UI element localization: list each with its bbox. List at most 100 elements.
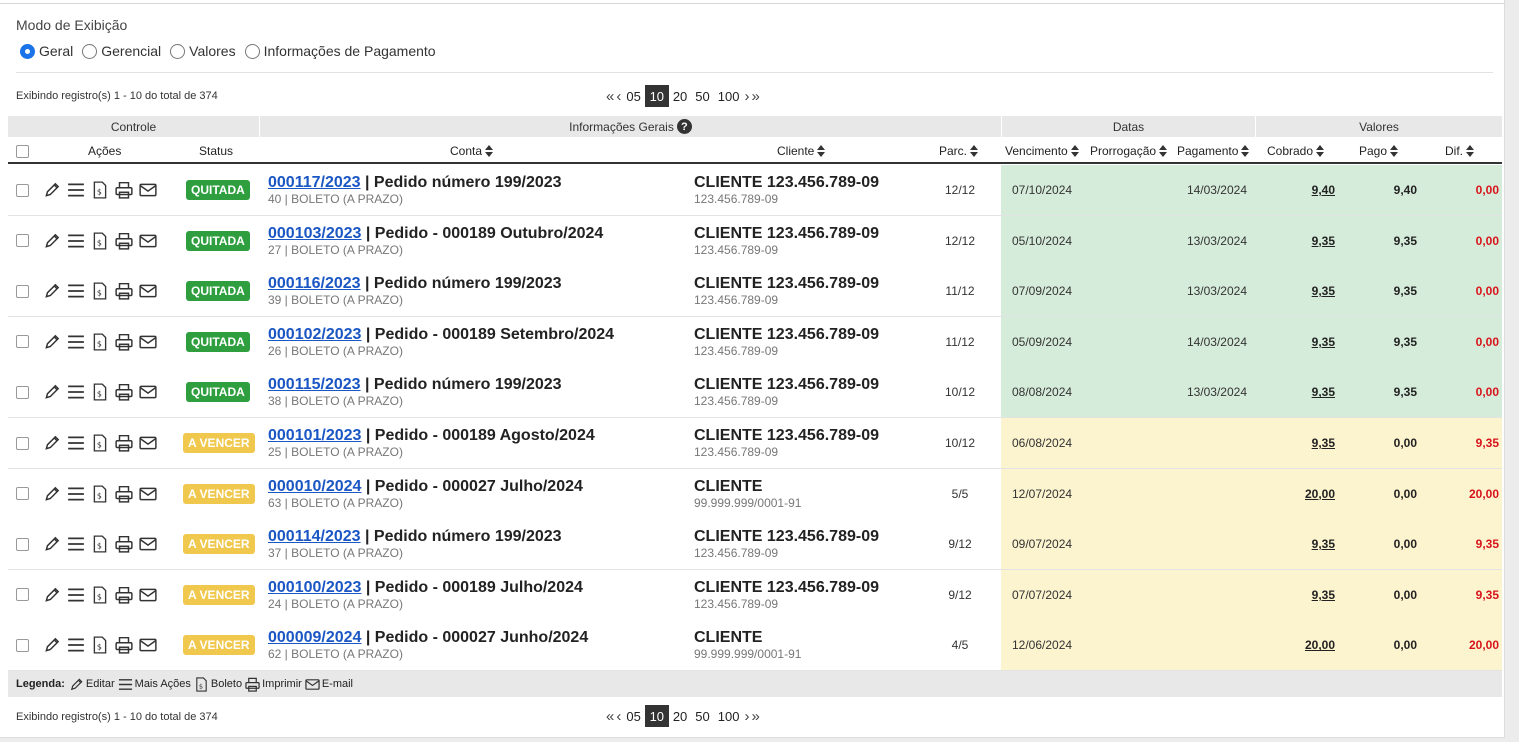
col-pagamento[interactable]: Pagamento: [1177, 138, 1250, 164]
printer-icon[interactable]: [115, 636, 133, 654]
envelope-icon[interactable]: [139, 181, 157, 199]
row-checkbox[interactable]: [16, 367, 29, 417]
view-mode-geral[interactable]: Geral: [20, 43, 73, 59]
conta-link[interactable]: 000009/2024: [268, 629, 361, 646]
page-size-10[interactable]: 10: [644, 85, 669, 107]
col-parc[interactable]: Parc.: [939, 138, 979, 164]
menu-icon[interactable]: [67, 333, 85, 351]
cobrado-value[interactable]: 9,35: [1268, 418, 1335, 468]
view-mode-pagamento[interactable]: Informações de Pagamento: [244, 43, 436, 59]
envelope-icon[interactable]: [139, 282, 157, 300]
cobrado-value[interactable]: 9,35: [1268, 367, 1335, 417]
page-size-100[interactable]: 100: [714, 85, 744, 107]
row-checkbox[interactable]: [16, 216, 29, 266]
row-checkbox[interactable]: [16, 266, 29, 316]
printer-icon[interactable]: [115, 383, 133, 401]
cobrado-value[interactable]: 9,35: [1268, 266, 1335, 316]
envelope-icon[interactable]: [139, 434, 157, 452]
menu-icon[interactable]: [67, 636, 85, 654]
conta-link[interactable]: 000103/2023: [268, 225, 361, 242]
col-conta[interactable]: Conta: [450, 138, 494, 164]
help-icon[interactable]: ?: [676, 119, 692, 134]
last-page-icon[interactable]: »: [750, 705, 760, 727]
conta-link[interactable]: 000100/2023: [268, 579, 361, 596]
pencil-icon[interactable]: [43, 485, 61, 503]
boleto-icon[interactable]: $: [91, 383, 109, 401]
cobrado-value[interactable]: 20,00: [1268, 469, 1335, 519]
boleto-icon[interactable]: $: [91, 535, 109, 553]
view-mode-gerencial[interactable]: Gerencial: [82, 43, 161, 59]
row-checkbox[interactable]: [16, 165, 29, 215]
next-page-icon[interactable]: ›: [743, 85, 750, 107]
envelope-icon[interactable]: [139, 535, 157, 553]
pencil-icon[interactable]: [43, 232, 61, 250]
printer-icon[interactable]: [115, 282, 133, 300]
col-vencimento[interactable]: Vencimento: [1005, 138, 1080, 164]
first-page-icon[interactable]: «: [605, 705, 615, 727]
cobrado-value[interactable]: 9,35: [1268, 216, 1335, 266]
pencil-icon[interactable]: [43, 636, 61, 654]
menu-icon[interactable]: [67, 383, 85, 401]
boleto-icon[interactable]: $: [91, 434, 109, 452]
page-size-100[interactable]: 100: [714, 705, 744, 727]
envelope-icon[interactable]: [139, 636, 157, 654]
menu-icon[interactable]: [67, 282, 85, 300]
boleto-icon[interactable]: $: [91, 636, 109, 654]
first-page-icon[interactable]: «: [605, 85, 615, 107]
menu-icon[interactable]: [67, 434, 85, 452]
pencil-icon[interactable]: [43, 282, 61, 300]
row-checkbox[interactable]: [16, 317, 29, 367]
page-size-50[interactable]: 50: [691, 705, 713, 727]
cobrado-value[interactable]: 9,40: [1268, 165, 1335, 215]
page-size-20[interactable]: 20: [669, 85, 691, 107]
col-prorrogacao[interactable]: Prorrogação: [1090, 138, 1168, 164]
last-page-icon[interactable]: »: [750, 85, 760, 107]
col-pago[interactable]: Pago: [1359, 138, 1399, 164]
cobrado-value[interactable]: 20,00: [1268, 620, 1335, 670]
printer-icon[interactable]: [115, 485, 133, 503]
radio-pagamento[interactable]: [244, 43, 260, 59]
envelope-icon[interactable]: [139, 383, 157, 401]
menu-icon[interactable]: [67, 535, 85, 553]
conta-link[interactable]: 000010/2024: [268, 478, 361, 495]
next-page-icon[interactable]: ›: [743, 705, 750, 727]
conta-link[interactable]: 000117/2023: [268, 174, 361, 191]
envelope-icon[interactable]: [139, 485, 157, 503]
col-cobrado[interactable]: Cobrado: [1267, 138, 1325, 164]
prev-page-icon[interactable]: ‹: [615, 85, 622, 107]
row-checkbox[interactable]: [16, 418, 29, 468]
envelope-icon[interactable]: [139, 232, 157, 250]
cobrado-value[interactable]: 9,35: [1268, 519, 1335, 569]
boleto-icon[interactable]: $: [91, 586, 109, 604]
boleto-icon[interactable]: $: [91, 333, 109, 351]
page-size-05[interactable]: 05: [622, 85, 644, 107]
envelope-icon[interactable]: [139, 333, 157, 351]
boleto-icon[interactable]: $: [91, 485, 109, 503]
cobrado-value[interactable]: 9,35: [1268, 317, 1335, 367]
col-dif[interactable]: Dif.: [1445, 138, 1475, 164]
menu-icon[interactable]: [67, 485, 85, 503]
boleto-icon[interactable]: $: [91, 181, 109, 199]
pencil-icon[interactable]: [43, 535, 61, 553]
page-size-50[interactable]: 50: [691, 85, 713, 107]
conta-link[interactable]: 000102/2023: [268, 326, 361, 343]
printer-icon[interactable]: [115, 232, 133, 250]
boleto-icon[interactable]: $: [91, 232, 109, 250]
envelope-icon[interactable]: [139, 586, 157, 604]
page-size-05[interactable]: 05: [622, 705, 644, 727]
col-cliente[interactable]: Cliente: [777, 138, 826, 164]
pencil-icon[interactable]: [43, 586, 61, 604]
menu-icon[interactable]: [67, 586, 85, 604]
select-all-checkbox[interactable]: [16, 138, 29, 164]
conta-link[interactable]: 000115/2023: [268, 376, 361, 393]
row-checkbox[interactable]: [16, 570, 29, 620]
page-size-20[interactable]: 20: [669, 705, 691, 727]
printer-icon[interactable]: [115, 535, 133, 553]
printer-icon[interactable]: [115, 434, 133, 452]
radio-gerencial[interactable]: [82, 43, 98, 59]
conta-link[interactable]: 000101/2023: [268, 427, 361, 444]
radio-valores[interactable]: [170, 43, 186, 59]
page-size-10[interactable]: 10: [644, 705, 669, 727]
row-checkbox[interactable]: [16, 620, 29, 670]
row-checkbox[interactable]: [16, 469, 29, 519]
